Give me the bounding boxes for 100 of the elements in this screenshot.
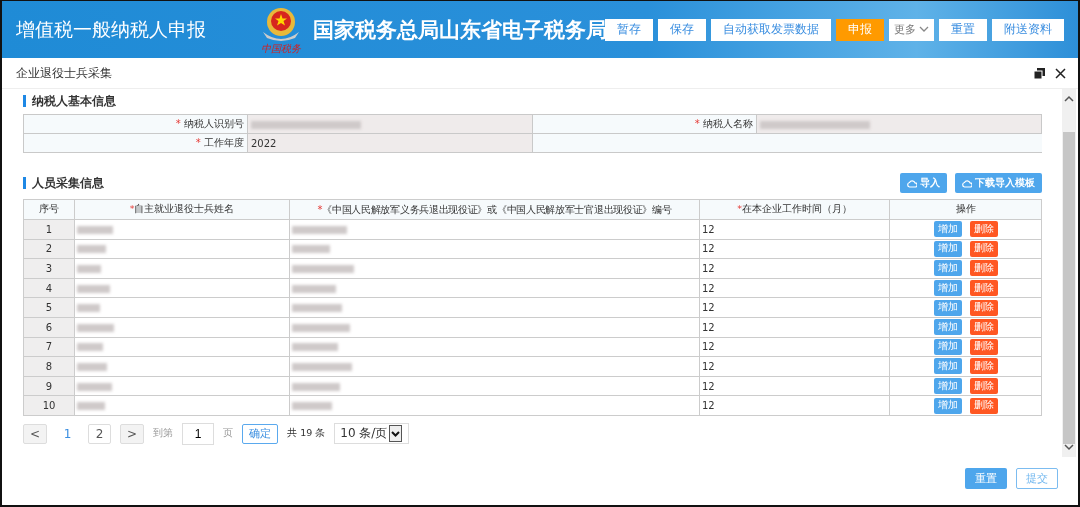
row-action-button[interactable]: 增加 bbox=[933, 280, 962, 297]
section-heading: 人员采集信息 bbox=[32, 175, 104, 191]
page-size-select[interactable]: 10 条/页 bbox=[334, 423, 410, 445]
row-action-button[interactable]: 删除 bbox=[969, 338, 998, 355]
row-action-button[interactable]: 删除 bbox=[969, 280, 998, 297]
row-action-button[interactable]: 删除 bbox=[969, 221, 998, 238]
header-button[interactable]: 暂存 bbox=[605, 18, 653, 41]
scrollbar[interactable] bbox=[1062, 89, 1076, 457]
blurred-text bbox=[77, 284, 110, 293]
row-action-button[interactable]: 删除 bbox=[969, 299, 998, 316]
blurred-text bbox=[292, 284, 336, 293]
row-action-button[interactable]: 删除 bbox=[969, 397, 998, 414]
blurred-text bbox=[77, 343, 104, 352]
table-cell: 12 bbox=[699, 356, 890, 377]
blurred-text bbox=[292, 343, 338, 352]
header-button[interactable]: 自动获取发票数据 bbox=[711, 18, 831, 41]
row-number: 8 bbox=[23, 356, 75, 377]
table-cell: 12 bbox=[699, 219, 890, 240]
cloud-icon bbox=[962, 178, 972, 188]
blurred-text bbox=[77, 225, 113, 234]
field-label: * 纳税人识别号 bbox=[23, 114, 248, 134]
row-action-button[interactable]: 删除 bbox=[969, 378, 998, 395]
row-number: 1 bbox=[23, 219, 75, 240]
table-cell: 12 bbox=[699, 239, 890, 259]
row-number: 3 bbox=[23, 258, 75, 279]
table-cell: 12 bbox=[699, 258, 890, 279]
total-count: 共 19 条 bbox=[287, 427, 326, 441]
table-cell: 12 bbox=[699, 317, 890, 338]
column-header: *《中国人民解放军义务兵退出现役证》或《中国人民解放军士官退出现役证》编号 bbox=[289, 199, 700, 220]
column-header: *自主就业退役士兵姓名 bbox=[74, 199, 290, 220]
blurred-text bbox=[292, 304, 342, 313]
tool-button[interactable]: 下载导入模板 bbox=[955, 173, 1042, 193]
chevron-down-icon bbox=[919, 26, 929, 33]
tool-button[interactable]: 导入 bbox=[900, 173, 947, 193]
footer-button[interactable]: 提交 bbox=[1016, 467, 1058, 489]
table-cell: 12 bbox=[699, 278, 890, 298]
page-number[interactable]: 2 bbox=[88, 423, 112, 444]
scroll-up-icon[interactable] bbox=[1064, 95, 1074, 102]
row-action-button[interactable]: 增加 bbox=[933, 260, 962, 277]
row-action-button[interactable]: 增加 bbox=[933, 221, 962, 238]
blurred-text bbox=[292, 225, 347, 234]
chevron-down-icon bbox=[389, 425, 403, 443]
table-cell: 12 bbox=[699, 297, 890, 318]
row-number: 6 bbox=[23, 317, 75, 338]
blurred-text bbox=[292, 402, 332, 411]
row-action-button[interactable]: 增加 bbox=[933, 240, 962, 257]
row-action-button[interactable]: 增加 bbox=[933, 358, 962, 375]
blurred-text bbox=[77, 402, 105, 411]
header-button[interactable]: 申报 bbox=[836, 18, 884, 41]
close-icon[interactable] bbox=[1055, 67, 1066, 79]
section-heading: 纳税人基本信息 bbox=[32, 93, 116, 109]
dialog-title: 企业退役士兵采集 bbox=[16, 65, 112, 81]
blurred-text bbox=[292, 362, 352, 371]
column-header: 序号 bbox=[23, 199, 75, 220]
row-action-button[interactable]: 删除 bbox=[969, 358, 998, 375]
row-number: 5 bbox=[23, 297, 75, 318]
header-button[interactable]: 保存 bbox=[658, 18, 706, 41]
column-header: *在本企业工作时间（月） bbox=[699, 199, 890, 220]
row-action-button[interactable]: 增加 bbox=[933, 397, 962, 414]
blurred-text bbox=[292, 245, 330, 254]
prev-page-button[interactable]: < bbox=[23, 423, 48, 444]
header-button[interactable]: 附送资料 bbox=[992, 18, 1064, 41]
footer-button[interactable]: 重置 bbox=[965, 467, 1007, 489]
next-page-button[interactable]: > bbox=[120, 423, 145, 444]
table-cell: 12 bbox=[699, 337, 890, 357]
blurred-text bbox=[292, 382, 340, 391]
row-action-button[interactable]: 增加 bbox=[933, 299, 962, 316]
blurred-text bbox=[292, 323, 350, 332]
row-action-button[interactable]: 增加 bbox=[933, 378, 962, 395]
page-input[interactable]: 1 bbox=[182, 422, 215, 445]
row-number: 7 bbox=[23, 337, 75, 357]
table-cell: 12 bbox=[699, 395, 890, 416]
blurred-text bbox=[77, 382, 112, 391]
blurred-text bbox=[77, 323, 115, 332]
cloud-icon bbox=[907, 178, 917, 188]
table-cell: 12 bbox=[699, 376, 890, 396]
goto-label: 到第 bbox=[153, 427, 174, 441]
row-number: 10 bbox=[23, 395, 75, 416]
row-action-button[interactable]: 增加 bbox=[933, 338, 962, 355]
row-action-button[interactable]: 删除 bbox=[969, 240, 998, 257]
restore-icon[interactable] bbox=[1034, 67, 1045, 79]
page-label: 页 bbox=[223, 427, 234, 441]
blurred-text bbox=[77, 362, 107, 371]
field-label: * 纳税人名称 bbox=[532, 114, 757, 134]
header-button[interactable]: 更多 bbox=[889, 18, 934, 41]
blurred-text bbox=[77, 245, 106, 254]
blurred-text bbox=[292, 265, 354, 273]
row-number: 9 bbox=[23, 376, 75, 396]
column-header: 操作 bbox=[889, 199, 1042, 220]
row-number: 4 bbox=[23, 278, 75, 298]
header-button[interactable]: 重置 bbox=[939, 18, 987, 41]
row-action-button[interactable]: 删除 bbox=[969, 319, 998, 336]
blurred-text bbox=[77, 265, 101, 273]
logo-caption: 中国税务 bbox=[260, 43, 301, 54]
blurred-text bbox=[77, 304, 100, 313]
app-title: 增值税一般纳税人申报 bbox=[16, 16, 207, 42]
confirm-button[interactable]: 确定 bbox=[242, 423, 279, 444]
scroll-down-icon[interactable] bbox=[1064, 444, 1074, 451]
row-action-button[interactable]: 增加 bbox=[933, 319, 962, 336]
row-action-button[interactable]: 删除 bbox=[969, 260, 998, 277]
